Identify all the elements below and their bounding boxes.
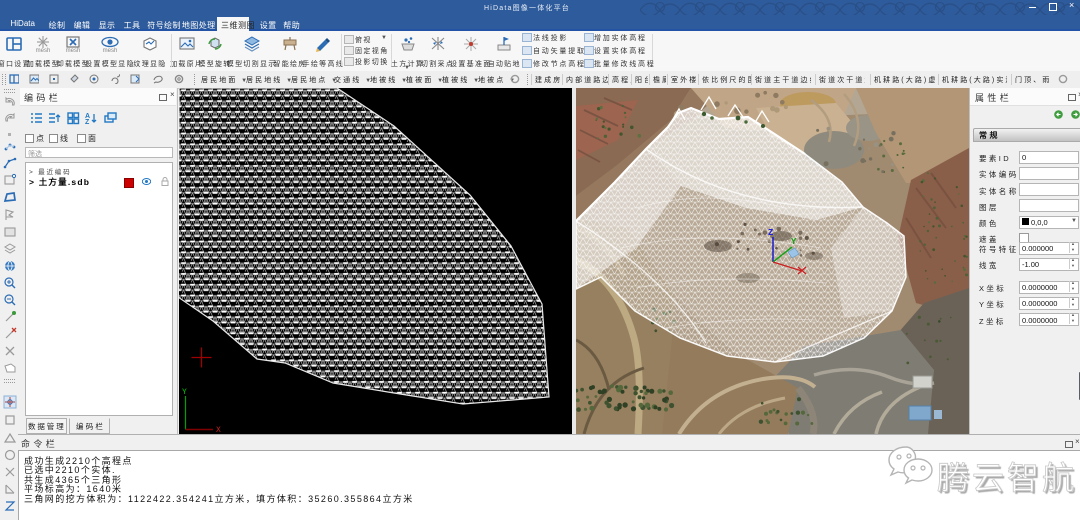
- svg-text:Y: Y: [791, 237, 797, 247]
- svg-text:Z: Z: [768, 228, 773, 238]
- svg-text:Z: Z: [85, 119, 90, 126]
- svg-text:mesh: mesh: [66, 48, 81, 53]
- svg-text:mesh: mesh: [36, 48, 51, 53]
- svg-text:Y: Y: [182, 388, 187, 397]
- svg-text:mesh: mesh: [103, 48, 118, 53]
- svg-text:X: X: [216, 426, 221, 434]
